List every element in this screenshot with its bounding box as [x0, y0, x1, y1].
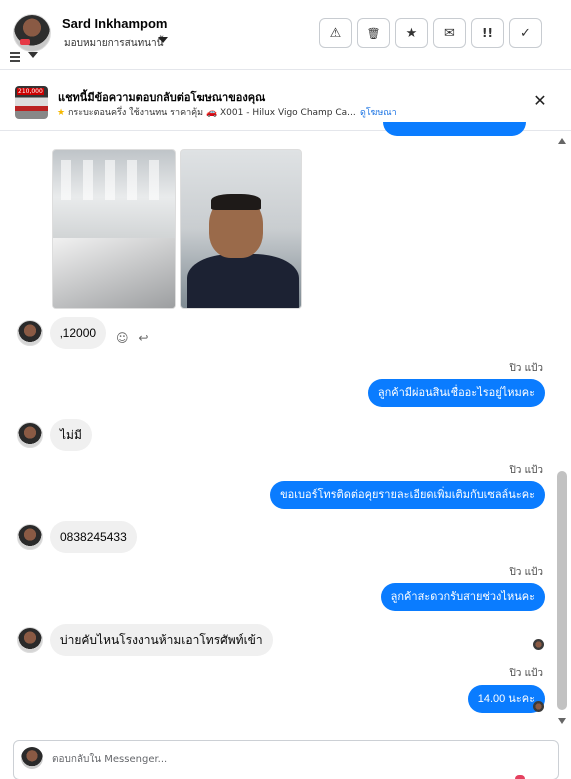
star-icon: ★ — [57, 108, 66, 118]
sender-name: ปิว แป้ว — [509, 465, 543, 476]
reply-input[interactable] — [52, 750, 492, 768]
mark-spam-button[interactable]: !! — [471, 18, 504, 48]
photo-attachment[interactable] — [180, 149, 302, 309]
settings-dropdown[interactable] — [10, 50, 42, 66]
sliders-icon — [10, 52, 22, 62]
star-button[interactable]: ★ — [395, 18, 428, 48]
emoji-icon[interactable]: ☺ — [116, 331, 129, 345]
heart-icon[interactable] — [515, 775, 525, 779]
avatar[interactable] — [17, 627, 43, 653]
ad-banner-subtitle: ★ กระบะตอนครึ่ง ใช้งานทน ราคาคุ้ม 🚗 X001… — [57, 108, 356, 118]
avatar[interactable] — [17, 524, 43, 550]
page-avatar — [21, 747, 43, 769]
incoming-message[interactable]: 0838245433 — [50, 521, 137, 553]
view-ad-link[interactable]: ดูโฆษณา — [360, 105, 397, 119]
outgoing-message[interactable]: ขอเบอร์โทรติดต่อคุยรายละเอียดเพิ่มเติมกั… — [270, 481, 545, 509]
scrollbar-thumb[interactable] — [557, 471, 567, 710]
seen-avatar — [533, 701, 544, 712]
assign-conversation[interactable]: มอบหมายการสนทนานี้ — [64, 36, 163, 51]
ad-thumbnail[interactable]: 210,000 — [15, 86, 48, 119]
outgoing-message[interactable]: ลูกค้าสะดวกรับสายช่วงไหนคะ — [380, 583, 545, 611]
spam-icon: !! — [482, 26, 493, 40]
close-icon[interactable]: ✕ — [530, 91, 550, 111]
incoming-message[interactable]: ‚12000 — [50, 317, 107, 349]
sender-name: ปิว แป้ว — [509, 668, 543, 679]
chevron-down-icon — [28, 52, 38, 58]
seen-avatar — [533, 639, 544, 650]
report-button[interactable]: ⚠ — [319, 18, 352, 48]
chevron-down-icon[interactable] — [158, 37, 168, 43]
scroll-up-arrow-icon[interactable] — [558, 138, 566, 144]
photo-attachment[interactable] — [52, 149, 176, 309]
ad-banner-title: แชทนี้มีข้อความตอบกลับต่อโฆษณาของคุณ — [58, 91, 266, 104]
mark-done-button[interactable]: ✓ — [509, 18, 542, 48]
check-icon: ✓ — [520, 25, 531, 41]
outgoing-bubble-partial — [383, 122, 526, 136]
contact-avatar[interactable] — [13, 14, 51, 52]
avatar[interactable] — [17, 320, 43, 346]
delete-button[interactable]: 🗑 — [357, 18, 390, 48]
scroll-down-arrow-icon[interactable] — [558, 718, 566, 724]
contact-name[interactable]: Sard Inkhampom — [62, 16, 167, 31]
conversation-header: Sard Inkhampom มอบหมายการสนทนานี้ ⚠ 🗑 ★ … — [0, 0, 571, 70]
reply-icon[interactable]: ↩ — [138, 331, 148, 345]
star-icon: ★ — [405, 25, 418, 41]
incoming-message[interactable]: ไม่มี — [50, 419, 92, 451]
sender-name: ปิว แป้ว — [509, 567, 543, 578]
outgoing-message[interactable]: ลูกค้ามีผ่อนสินเชื่ออะไรอยู่ไหมคะ — [367, 379, 545, 407]
avatar[interactable] — [17, 422, 43, 448]
mark-unread-button[interactable]: ✉ — [433, 18, 466, 48]
message-actions: ☺ ↩ — [116, 331, 156, 345]
sender-name: ปิว แป้ว — [509, 363, 543, 374]
envelope-icon: ✉ — [444, 25, 455, 41]
trash-icon: 🗑 — [366, 26, 381, 40]
incoming-message[interactable]: บ่ายคับไหนโรงงานห้ามเอาโทรศัพท์เข้า — [50, 624, 273, 656]
warning-icon: ⚠ — [329, 25, 342, 41]
